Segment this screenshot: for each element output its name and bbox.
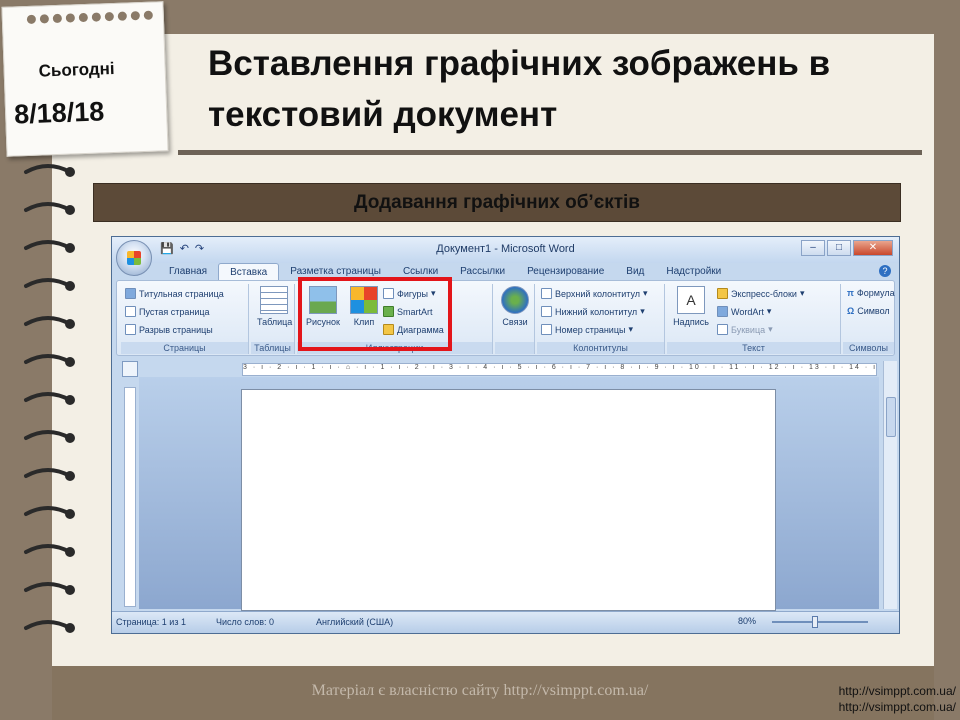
blank-page-button[interactable]: Пустая страница xyxy=(125,306,210,317)
zoom-slider[interactable] xyxy=(772,621,868,623)
wordart-button[interactable]: WordArt ▾ xyxy=(717,306,771,317)
status-page[interactable]: Страница: 1 из 1 xyxy=(116,617,186,627)
window-title: Документ1 - Microsoft Word xyxy=(436,243,575,255)
tab-review[interactable]: Рецензирование xyxy=(516,263,615,281)
group-pages: Титульная страница Пустая страница Разры… xyxy=(121,284,249,354)
links-icon xyxy=(501,286,529,314)
quick-parts-icon xyxy=(717,288,728,299)
horizontal-ruler[interactable]: 3 · ı · 2 · ı · 1 · ı · ⌂ · ı · 1 · ı · … xyxy=(242,363,877,376)
footer-icon xyxy=(541,306,552,317)
ribbon: Титульная страница Пустая страница Разры… xyxy=(116,280,895,356)
tab-insert[interactable]: Вставка xyxy=(218,263,280,281)
status-bar: Страница: 1 из 1 Число слов: 0 Английски… xyxy=(112,611,899,633)
group-label-tables: Таблицы xyxy=(251,342,294,354)
document-area xyxy=(139,377,879,611)
word-window: 💾 ↶ ↷ Документ1 - Microsoft Word – □ ✕ Г… xyxy=(111,236,900,634)
source-url-1[interactable]: http://vsimppt.com.ua/ xyxy=(839,684,956,698)
group-header-footer: Верхний колонтитул ▾ Нижний колонтитул ▾ Н… xyxy=(537,284,665,354)
window-controls: – □ ✕ xyxy=(801,240,893,256)
links-button[interactable]: Связи xyxy=(498,286,532,327)
tab-selector[interactable] xyxy=(122,361,138,377)
cover-page-icon xyxy=(125,288,136,299)
zoom-level[interactable]: 80% xyxy=(738,616,756,626)
tab-mailings[interactable]: Рассылки xyxy=(449,263,516,281)
group-text: A Надпись Экспресс-блоки ▾ WordArt ▾ Букви… xyxy=(667,284,841,354)
group-links: Связи xyxy=(495,284,535,354)
office-button-icon[interactable] xyxy=(116,240,152,276)
page-break-button[interactable]: Разрыв страницы xyxy=(125,324,213,335)
tab-home[interactable]: Главная xyxy=(158,263,218,281)
scrollbar-thumb[interactable] xyxy=(886,397,896,437)
page-number-icon xyxy=(541,324,552,335)
title-rule xyxy=(178,150,922,155)
table-icon xyxy=(260,286,288,314)
minimize-button[interactable]: – xyxy=(801,240,825,256)
illustrations-highlight-box xyxy=(298,277,452,351)
maximize-button[interactable]: □ xyxy=(827,240,851,256)
close-button[interactable]: ✕ xyxy=(853,240,893,256)
quick-parts-button[interactable]: Экспресс-блоки ▾ xyxy=(717,288,805,299)
status-words[interactable]: Число слов: 0 xyxy=(216,617,274,627)
textbox-icon: A xyxy=(677,286,705,314)
wordart-icon xyxy=(717,306,728,317)
spiral-binding xyxy=(24,164,75,633)
slide-subtitle: Додавання графічних об’єктів xyxy=(93,183,901,222)
group-label-links xyxy=(495,342,534,354)
group-label-pages: Страницы xyxy=(121,342,248,354)
note-holes xyxy=(26,10,155,27)
group-tables: Таблица Таблицы xyxy=(251,284,295,354)
status-language[interactable]: Английский (США) xyxy=(316,617,393,627)
symbol-icon: Ω xyxy=(847,306,855,316)
table-button[interactable]: Таблица xyxy=(257,286,292,327)
group-label-symbols: Символы xyxy=(843,342,894,354)
document-page[interactable] xyxy=(241,389,776,611)
watermark: Матеріал є власністю сайту http://vsimpp… xyxy=(311,682,649,699)
group-label-header-footer: Колонтитулы xyxy=(537,342,664,354)
group-label-text: Текст xyxy=(667,342,840,354)
header-button[interactable]: Верхний колонтитул ▾ xyxy=(541,288,648,299)
word-titlebar: 💾 ↶ ↷ Документ1 - Microsoft Word – □ ✕ xyxy=(112,237,899,263)
tab-addins[interactable]: Надстройки xyxy=(655,263,732,281)
slide-title: Вставлення графічних зображень в текстов… xyxy=(208,44,831,134)
footer-button[interactable]: Нижний колонтитул ▾ xyxy=(541,306,645,317)
formula-button[interactable]: π Формула xyxy=(847,288,895,298)
date-label: 8/18/18 xyxy=(13,96,105,130)
textbox-button[interactable]: A Надпись xyxy=(671,286,711,327)
dropcap-button[interactable]: Буквица ▾ xyxy=(717,324,773,335)
source-url-2[interactable]: http://vsimppt.com.ua/ xyxy=(839,700,956,714)
blank-page-icon xyxy=(125,306,136,317)
dropcap-icon xyxy=(717,324,728,335)
help-icon[interactable]: ? xyxy=(879,265,891,277)
tab-view[interactable]: Вид xyxy=(615,263,655,281)
zoom-slider-knob[interactable] xyxy=(812,616,818,628)
symbol-button[interactable]: Ω Символ xyxy=(847,306,890,316)
header-icon xyxy=(541,288,552,299)
formula-icon: π xyxy=(847,288,854,298)
date-sticky-note: Сьогодні 8/18/18 xyxy=(1,1,169,157)
cover-page-button[interactable]: Титульная страница xyxy=(125,288,224,299)
group-symbols: π Формула Ω Символ Символы xyxy=(843,284,895,354)
page-number-button[interactable]: Номер страницы ▾ xyxy=(541,324,633,335)
vertical-ruler[interactable] xyxy=(124,387,136,607)
page-break-icon xyxy=(125,324,136,335)
today-label: Сьогодні xyxy=(38,58,115,81)
